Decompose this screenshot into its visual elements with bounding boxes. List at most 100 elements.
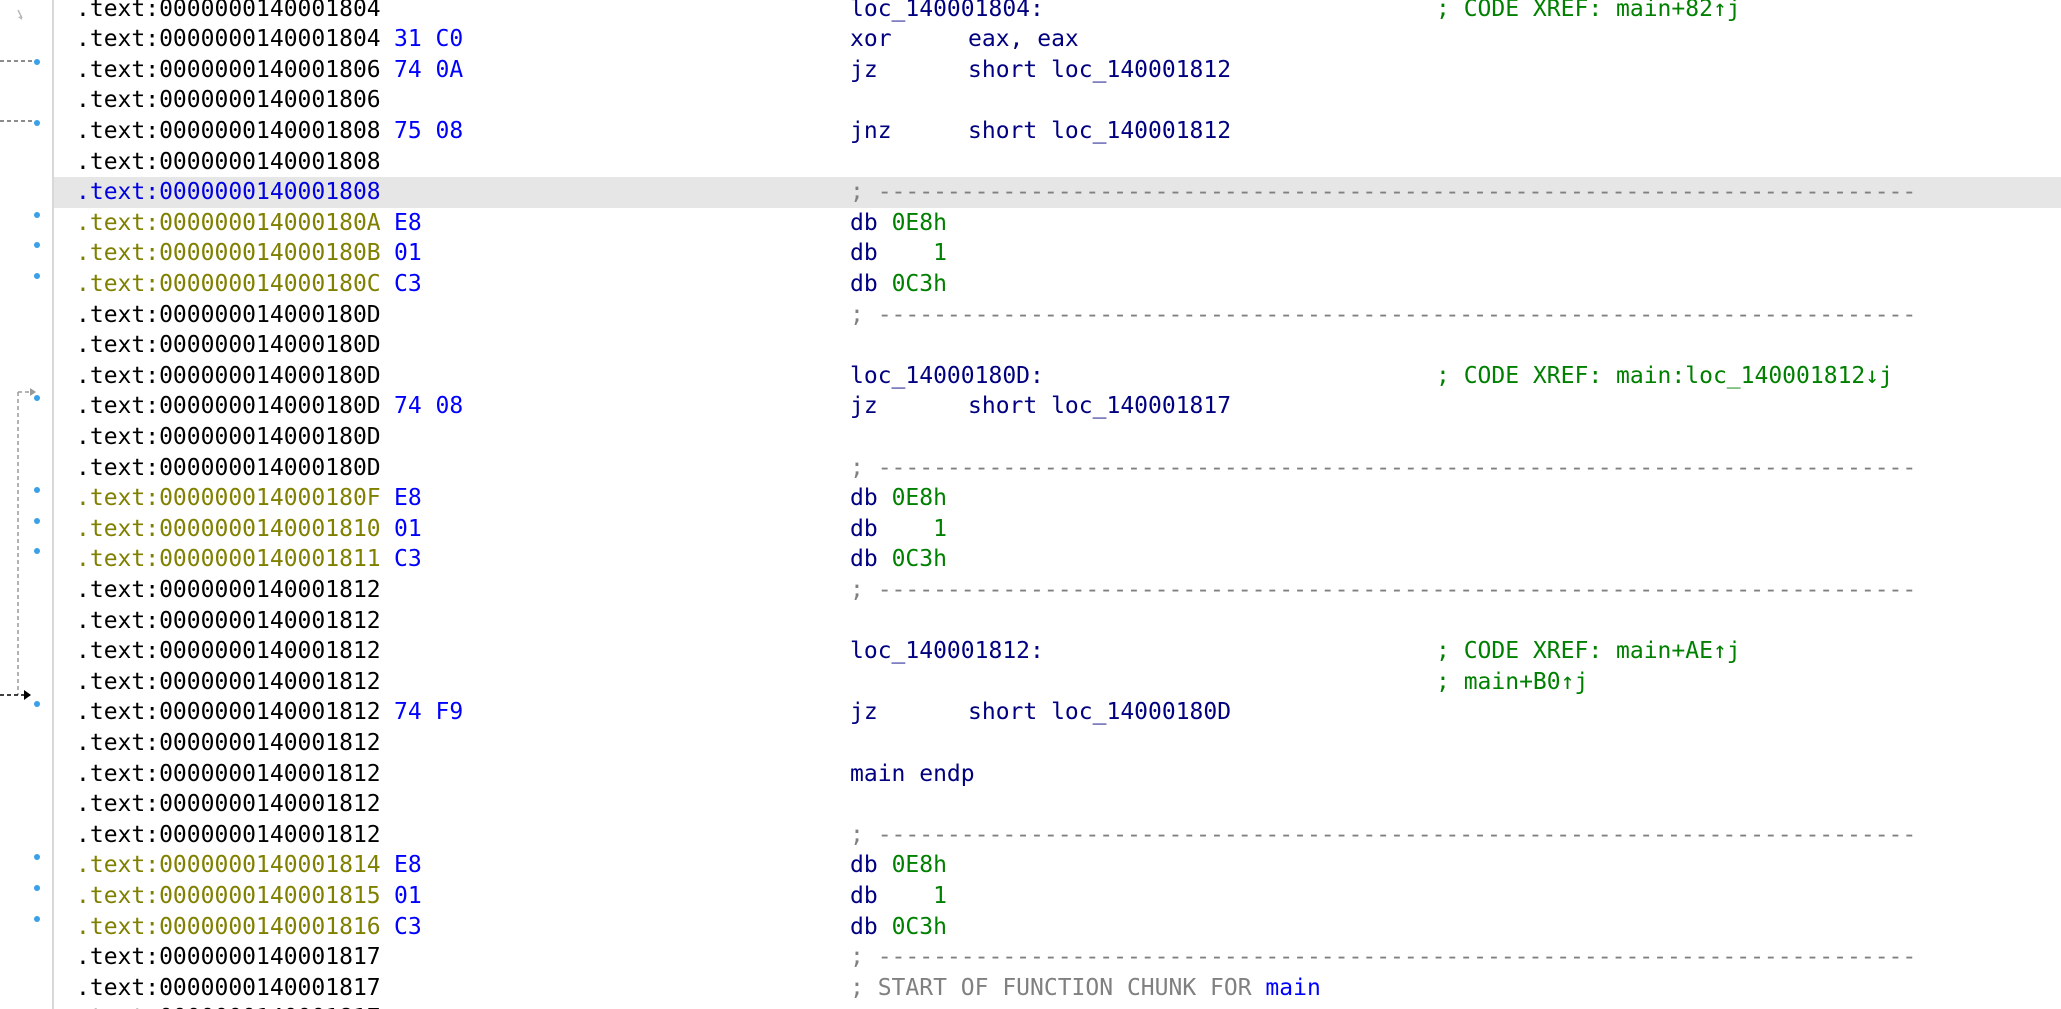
address[interactable]: .text:0000000140001817: [76, 942, 381, 973]
breakpoint-dot[interactable]: [34, 915, 40, 922]
xref-comment[interactable]: ; main+B0↑j: [1436, 667, 1588, 698]
address[interactable]: .text:0000000140001812: [76, 759, 381, 790]
listing-row[interactable]: .text:0000000140001808 ; ----------------…: [54, 177, 2061, 208]
code-label[interactable]: main endp: [850, 759, 975, 790]
address[interactable]: .text:000000014000180D: [76, 422, 381, 453]
data-directive[interactable]: db 0E8h: [850, 483, 947, 514]
listing-row[interactable]: .text:000000014000180A E8 db 0E8h: [54, 208, 2061, 239]
address[interactable]: .text:000000014000180D: [76, 453, 381, 484]
listing-row[interactable]: .text:0000000140001812 74 F9 jz short loc_1…: [54, 697, 2061, 728]
mnemonic[interactable]: jz: [850, 697, 878, 728]
listing-row[interactable]: .text:0000000140001806: [54, 85, 2061, 116]
listing-row[interactable]: .text:0000000140001806 74 0A jz short loc_1…: [54, 55, 2061, 86]
address[interactable]: .text:0000000140001812: [76, 728, 381, 759]
address[interactable]: .text:0000000140001817: [76, 1003, 381, 1009]
address[interactable]: .text:0000000140001815: [76, 881, 381, 912]
listing-row[interactable]: .text:0000000140001812 ; main+B0↑j: [54, 667, 2061, 698]
listing-row[interactable]: .text:0000000140001817 ; ----------------…: [54, 942, 2061, 973]
listing-row[interactable]: .text:0000000140001808: [54, 147, 2061, 178]
address[interactable]: .text:000000014000180B: [76, 238, 381, 269]
address[interactable]: .text:0000000140001812: [76, 606, 381, 637]
listing-row[interactable]: .text:000000014000180C C3 db 0C3h: [54, 269, 2061, 300]
data-directive[interactable]: db 0E8h: [850, 850, 947, 881]
operand[interactable]: short loc_14000180D: [968, 697, 1231, 728]
listing-row[interactable]: .text:0000000140001814 E8 db 0E8h: [54, 850, 2061, 881]
mnemonic[interactable]: jz: [850, 391, 878, 422]
disassembly-listing[interactable]: .text:0000000140001804 loc_140001804: ; CO…: [54, 0, 2061, 1009]
address[interactable]: .text:0000000140001812: [76, 697, 381, 728]
address[interactable]: .text:0000000140001806: [76, 55, 381, 86]
listing-row[interactable]: .text:000000014000180D ; ----------------…: [54, 453, 2061, 484]
listing-row[interactable]: .text:0000000140001812 loc_140001812: ; CO…: [54, 636, 2061, 667]
breakpoint-dot[interactable]: [34, 884, 40, 891]
operand[interactable]: eax, eax: [968, 24, 1079, 55]
address[interactable]: .text:0000000140001808: [76, 177, 381, 208]
listing-row[interactable]: .text:0000000140001812: [54, 728, 2061, 759]
code-label[interactable]: loc_14000180D:: [850, 361, 1044, 392]
address[interactable]: .text:0000000140001806: [76, 85, 381, 116]
function-name-link[interactable]: main: [1265, 975, 1320, 1001]
address[interactable]: .text:000000014000180A: [76, 208, 381, 239]
address[interactable]: .text:0000000140001808: [76, 116, 381, 147]
data-directive[interactable]: db 1: [850, 238, 947, 269]
code-label[interactable]: loc_140001804:: [850, 0, 1044, 24]
listing-row[interactable]: .text:0000000140001816 C3 db 0C3h: [54, 912, 2061, 943]
listing-row[interactable]: .text:0000000140001804 31 C0 xor eax, eax: [54, 24, 2061, 55]
breakpoint-dot[interactable]: [34, 517, 40, 524]
address[interactable]: .text:000000014000180D: [76, 361, 381, 392]
breakpoint-dot[interactable]: [34, 119, 40, 126]
address[interactable]: .text:0000000140001812: [76, 575, 381, 606]
address[interactable]: .text:0000000140001804: [76, 0, 381, 24]
xref-comment[interactable]: ; CODE XREF: main:loc_140001812↓j: [1436, 361, 1893, 392]
address[interactable]: .text:000000014000180D: [76, 391, 381, 422]
listing-row[interactable]: .text:000000014000180D ; ----------------…: [54, 300, 2061, 331]
listing-row[interactable]: .text:000000014000180F E8 db 0E8h: [54, 483, 2061, 514]
listing-row[interactable]: .text:0000000140001810 01 db 1: [54, 514, 2061, 545]
address[interactable]: .text:0000000140001804: [76, 24, 381, 55]
listing-row[interactable]: .text:0000000140001817: [54, 1003, 2061, 1009]
listing-row[interactable]: .text:0000000140001812 ; ----------------…: [54, 575, 2061, 606]
data-directive[interactable]: db 1: [850, 881, 947, 912]
xref-comment[interactable]: ; CODE XREF: main+82↑j: [1436, 0, 1741, 24]
address[interactable]: .text:0000000140001811: [76, 544, 381, 575]
address[interactable]: .text:0000000140001817: [76, 973, 381, 1004]
operand[interactable]: short loc_140001817: [968, 391, 1231, 422]
data-directive[interactable]: db 1: [850, 514, 947, 545]
address[interactable]: .text:000000014000180C: [76, 269, 381, 300]
data-directive[interactable]: db 0C3h: [850, 269, 947, 300]
address[interactable]: .text:0000000140001810: [76, 514, 381, 545]
address[interactable]: .text:0000000140001812: [76, 667, 381, 698]
mnemonic[interactable]: jz: [850, 55, 878, 86]
listing-row[interactable]: .text:000000014000180B 01 db 1: [54, 238, 2061, 269]
listing-row[interactable]: .text:0000000140001817 ; START OF FUNCTIO…: [54, 973, 2061, 1004]
code-label[interactable]: loc_140001812:: [850, 636, 1044, 667]
address[interactable]: .text:0000000140001812: [76, 636, 381, 667]
listing-row[interactable]: .text:0000000140001812 ; ----------------…: [54, 820, 2061, 851]
listing-row[interactable]: .text:000000014000180D: [54, 330, 2061, 361]
breakpoint-dot[interactable]: [34, 272, 40, 279]
listing-row[interactable]: .text:0000000140001808 75 08 jnz short loc_…: [54, 116, 2061, 147]
listing-row[interactable]: .text:0000000140001812: [54, 789, 2061, 820]
mnemonic[interactable]: xor: [850, 24, 892, 55]
mnemonic[interactable]: jnz: [850, 116, 892, 147]
operand[interactable]: short loc_140001812: [968, 116, 1231, 147]
address[interactable]: .text:0000000140001812: [76, 820, 381, 851]
listing-row[interactable]: .text:0000000140001811 C3 db 0C3h: [54, 544, 2061, 575]
address[interactable]: .text:000000014000180D: [76, 330, 381, 361]
listing-row[interactable]: .text:0000000140001804 loc_140001804: ; CO…: [54, 0, 2061, 24]
address[interactable]: .text:0000000140001814: [76, 850, 381, 881]
breakpoint-dot[interactable]: [34, 58, 40, 65]
listing-row[interactable]: .text:0000000140001815 01 db 1: [54, 881, 2061, 912]
data-directive[interactable]: db 0C3h: [850, 544, 947, 575]
operand[interactable]: short loc_140001812: [968, 55, 1231, 86]
listing-row[interactable]: .text:0000000140001812: [54, 606, 2061, 637]
data-directive[interactable]: db 0E8h: [850, 208, 947, 239]
address[interactable]: .text:0000000140001808: [76, 147, 381, 178]
listing-row[interactable]: .text:000000014000180D 74 08 jz short loc_1…: [54, 391, 2061, 422]
breakpoint-dot[interactable]: [34, 211, 40, 218]
address[interactable]: .text:0000000140001812: [76, 789, 381, 820]
listing-row[interactable]: .text:000000014000180D: [54, 422, 2061, 453]
listing-row[interactable]: .text:000000014000180D loc_14000180D: ; CO…: [54, 361, 2061, 392]
data-directive[interactable]: db 0C3h: [850, 912, 947, 943]
xref-comment[interactable]: ; CODE XREF: main+AE↑j: [1436, 636, 1741, 667]
